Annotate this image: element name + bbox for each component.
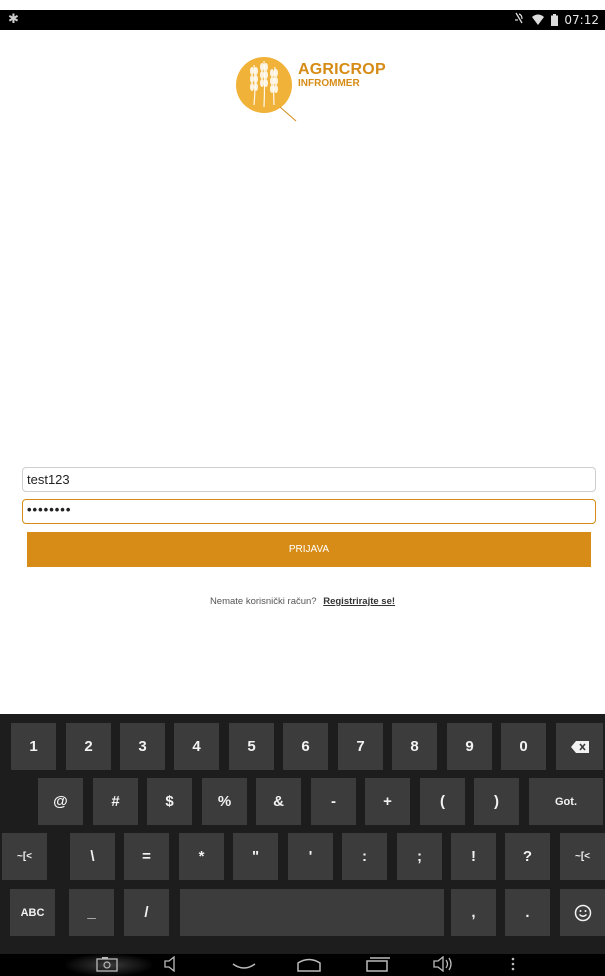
key-hash[interactable]: # bbox=[93, 778, 138, 825]
register-prompt: Nemate korisnički račun? Registrirajte s… bbox=[0, 596, 605, 607]
password-input[interactable]: •••••••• bbox=[22, 499, 596, 524]
soft-keyboard: 1 2 3 4 5 6 7 8 9 0 @ # $% & - +() Got. ~[< \ = * " ':;!? ~[< AB… bbox=[0, 714, 605, 954]
key-exclamation[interactable]: ! bbox=[451, 833, 496, 880]
logo-title: AGRICROP bbox=[298, 61, 386, 78]
key-backslash[interactable]: \ bbox=[70, 833, 115, 880]
key-equals[interactable]: = bbox=[124, 833, 169, 880]
backspace-key[interactable] bbox=[556, 723, 603, 770]
key-at[interactable]: @ bbox=[38, 778, 83, 825]
key-5[interactable]: 5 bbox=[229, 723, 274, 770]
key-single-quote[interactable]: ' bbox=[288, 833, 333, 880]
key-3[interactable]: 3 bbox=[120, 723, 165, 770]
back-icon[interactable] bbox=[231, 956, 257, 976]
status-icons: 07:12 bbox=[513, 12, 599, 27]
key-0[interactable]: 0 bbox=[501, 723, 546, 770]
login-button[interactable]: PRIJAVA bbox=[27, 532, 591, 567]
key-semicolon[interactable]: ; bbox=[397, 833, 442, 880]
space-key[interactable] bbox=[180, 889, 444, 936]
status-bar: ✱ 07:12 bbox=[0, 10, 605, 30]
emoji-icon bbox=[574, 904, 591, 921]
more-symbols-left-key[interactable]: ~[< bbox=[2, 833, 47, 880]
username-input[interactable]: test123 bbox=[22, 467, 596, 492]
key-slash[interactable]: / bbox=[124, 889, 169, 936]
emoji-key[interactable] bbox=[560, 889, 605, 936]
register-link[interactable]: Registrirajte se! bbox=[323, 596, 395, 607]
navigation-bar bbox=[0, 954, 605, 976]
key-9[interactable]: 9 bbox=[447, 723, 492, 770]
key-asterisk[interactable]: * bbox=[179, 833, 224, 880]
wheat-logo-icon bbox=[236, 57, 297, 122]
register-prompt-text: Nemate korisnički račun? bbox=[209, 596, 317, 607]
key-paren-close[interactable]: ) bbox=[474, 778, 519, 825]
key-8[interactable]: 8 bbox=[392, 723, 437, 770]
menu-icon[interactable] bbox=[510, 956, 516, 976]
status-time: 07:12 bbox=[564, 12, 599, 27]
key-ampersand[interactable]: & bbox=[256, 778, 301, 825]
more-symbols-right-key[interactable]: ~[< bbox=[560, 833, 605, 880]
backspace-icon bbox=[570, 740, 589, 753]
key-6[interactable]: 6 bbox=[283, 723, 328, 770]
screenshot-icon[interactable] bbox=[96, 956, 118, 976]
key-4[interactable]: 4 bbox=[174, 723, 219, 770]
key-double-quote[interactable]: " bbox=[233, 833, 278, 880]
mute-icon bbox=[513, 12, 525, 27]
key-2[interactable]: 2 bbox=[66, 723, 111, 770]
app-logo: AGRICROP INFROMMER bbox=[234, 47, 394, 127]
home-icon[interactable] bbox=[296, 956, 322, 976]
key-7[interactable]: 7 bbox=[338, 723, 383, 770]
key-question[interactable]: ? bbox=[505, 833, 550, 880]
key-period[interactable]: . bbox=[505, 889, 550, 936]
key-dollar[interactable]: $ bbox=[147, 778, 192, 825]
debug-icon: ✱ bbox=[8, 12, 19, 27]
enter-key[interactable]: Got. bbox=[529, 778, 603, 825]
abc-key[interactable]: ABC bbox=[10, 889, 55, 936]
wifi-icon bbox=[531, 14, 545, 25]
key-1[interactable]: 1 bbox=[11, 723, 56, 770]
key-paren-open[interactable]: ( bbox=[420, 778, 465, 825]
logo-subtitle: INFROMMER bbox=[298, 78, 360, 89]
key-comma[interactable]: , bbox=[451, 889, 496, 936]
battery-icon bbox=[551, 13, 559, 26]
volume-down-icon[interactable] bbox=[163, 955, 181, 976]
key-colon[interactable]: : bbox=[342, 833, 387, 880]
volume-up-icon[interactable] bbox=[432, 955, 454, 976]
key-percent[interactable]: % bbox=[202, 778, 247, 825]
key-underscore[interactable]: _ bbox=[69, 889, 114, 936]
key-minus[interactable]: - bbox=[311, 778, 356, 825]
key-plus[interactable]: + bbox=[365, 778, 410, 825]
recents-icon[interactable] bbox=[364, 956, 390, 976]
